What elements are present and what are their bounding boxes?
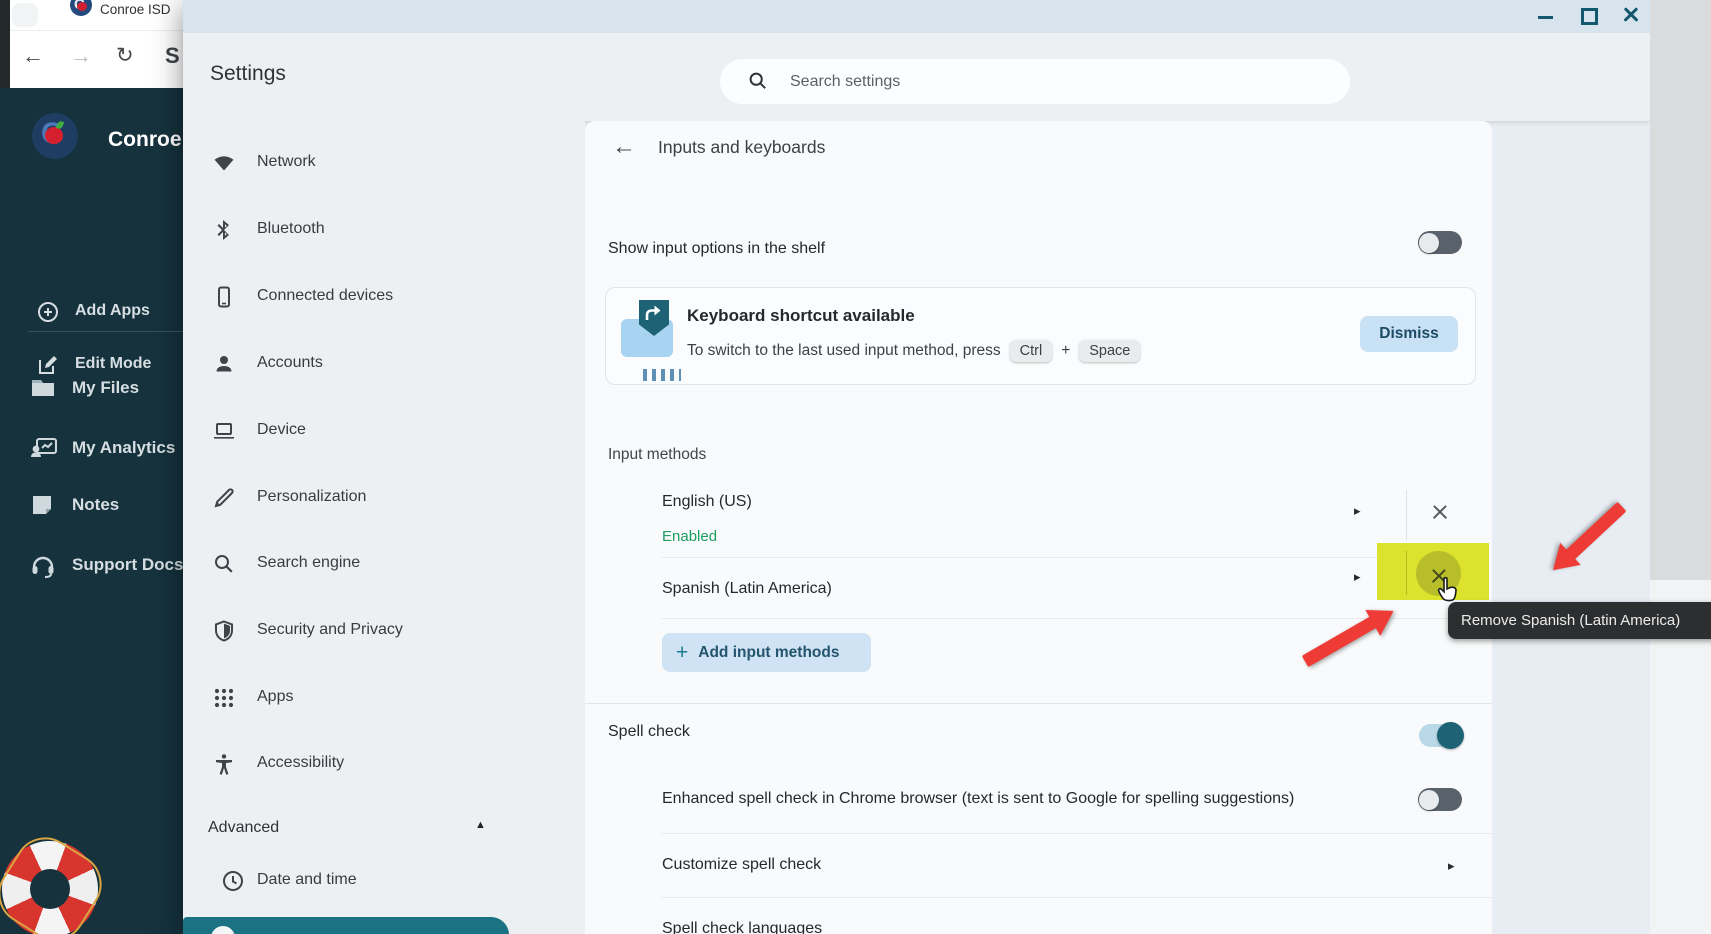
bluetooth-icon — [212, 218, 236, 242]
hand-cursor-icon — [1432, 576, 1462, 610]
reload-icon[interactable]: ↻ — [116, 43, 134, 68]
nav-item-apps[interactable]: Apps — [183, 677, 583, 719]
settings-title: Settings — [210, 62, 286, 86]
remove-english-button[interactable] — [1431, 503, 1449, 521]
enhanced-spell-check-label: Enhanced spell check in Chrome browser (… — [662, 790, 1294, 808]
browser-toolbar: ← → ↻ S — [10, 30, 183, 89]
apple-icon — [45, 127, 63, 144]
sidebar-divider — [28, 331, 183, 332]
laptop-icon — [212, 419, 236, 443]
nav-item-bluetooth[interactable]: Bluetooth — [183, 209, 583, 251]
nav-item-device[interactable]: Device — [183, 410, 583, 452]
classlink-sidebar: C Conroe Add Apps Edit Mode My Files My … — [0, 88, 183, 934]
life-preserver-graphic — [2, 841, 98, 934]
plus-icon: + — [676, 642, 688, 663]
collapse-caret-icon: ▲ — [475, 819, 486, 831]
row-divider — [662, 897, 1492, 898]
apple-icon — [77, 2, 87, 11]
nav-advanced-toggle[interactable]: Advanced ▲ — [183, 811, 583, 847]
banner-text: To switch to the last used input method,… — [687, 342, 1001, 360]
spell-check-heading: Spell check — [608, 723, 690, 741]
show-input-options-toggle[interactable] — [1418, 231, 1462, 254]
tab-title[interactable]: Conroe ISD — [100, 2, 171, 17]
input-method-name[interactable]: English (US) — [662, 493, 752, 511]
bottom-teal-bar — [183, 917, 509, 934]
add-input-methods-button[interactable]: + Add input methods — [662, 633, 871, 672]
screen: C Conroe ISD ← → ↻ S C Conroe Add Apps E… — [0, 0, 1711, 934]
row-divider — [662, 833, 1492, 834]
wifi-icon — [212, 151, 236, 175]
section-divider — [585, 703, 1492, 704]
apps-grid-icon — [212, 686, 236, 710]
nav-item-network[interactable]: Network — [183, 142, 583, 184]
row-divider — [662, 618, 1482, 619]
sidebar-item-add-apps[interactable]: Add Apps — [0, 292, 183, 332]
sidebar-item-support-docs[interactable]: Support Docs — [0, 545, 183, 585]
plus-sign: + — [1061, 342, 1070, 360]
nav-item-accounts[interactable]: Accounts — [183, 343, 583, 385]
input-methods-heading: Input methods — [608, 446, 706, 464]
analytics-icon — [30, 436, 58, 460]
accessibility-icon — [212, 752, 236, 776]
nav-item-search-engine[interactable]: Search engine — [183, 543, 583, 585]
chevron-right-icon[interactable]: ▸ — [1354, 569, 1361, 585]
brand-name: Conroe — [108, 128, 182, 152]
nav-item-connected-devices[interactable]: Connected devices — [183, 276, 583, 318]
sidebar-item-my-analytics[interactable]: My Analytics — [0, 428, 183, 468]
enhanced-spell-check-toggle[interactable] — [1418, 788, 1462, 811]
search-icon — [212, 552, 236, 576]
desktop-background — [1650, 0, 1711, 580]
spell-check-toggle[interactable] — [1419, 724, 1463, 747]
input-method-status: Enabled — [662, 528, 717, 545]
folder-icon — [30, 376, 58, 400]
chevron-right-icon[interactable]: ▸ — [1448, 858, 1455, 874]
search-input[interactable] — [788, 65, 1312, 99]
conroe-logo: C — [32, 113, 78, 159]
nav-item-accessibility[interactable]: Accessibility — [183, 743, 583, 785]
support-icon — [30, 553, 56, 579]
maximize-button[interactable] — [1573, 0, 1603, 30]
partial-toolbar-icon[interactable]: S — [165, 43, 180, 69]
chevron-right-icon[interactable]: ▸ — [1354, 503, 1361, 519]
minimize-button[interactable] — [1531, 0, 1561, 30]
forward-icon: → — [70, 43, 92, 69]
keyboard-shortcut-banner: Keyboard shortcut available To switch to… — [605, 287, 1476, 385]
banner-description: To switch to the last used input method,… — [687, 340, 1140, 362]
search-icon — [748, 71, 768, 91]
shield-icon — [212, 619, 236, 643]
row-separator — [1406, 490, 1407, 540]
back-arrow-icon[interactable]: ← — [612, 133, 636, 161]
row-divider — [662, 557, 1482, 558]
smartphone-icon — [212, 285, 236, 309]
customize-spell-check-label[interactable]: Customize spell check — [662, 856, 821, 874]
nav-item-date-time[interactable]: Date and time — [183, 860, 583, 902]
nav-item-security-privacy[interactable]: Security and Privacy — [183, 610, 583, 652]
spell-check-languages-label: Spell check languages — [662, 920, 822, 934]
person-icon — [212, 352, 236, 376]
pen-icon — [212, 486, 236, 510]
clock-icon — [221, 869, 245, 893]
close-button[interactable] — [1616, 0, 1646, 30]
banner-title: Keyboard shortcut available — [687, 306, 915, 326]
remove-tooltip: Remove Spanish (Latin America) — [1448, 602, 1711, 639]
input-method-name[interactable]: Spanish (Latin America) — [662, 580, 832, 598]
note-icon — [30, 493, 54, 517]
ctrl-key-chip: Ctrl — [1010, 340, 1053, 362]
browser-tab-corner — [12, 3, 38, 27]
show-input-options-label: Show input options in the shelf — [608, 240, 825, 258]
leaf-icon — [56, 120, 64, 130]
window-edge — [0, 0, 10, 88]
row-separator — [1406, 551, 1407, 595]
space-key-chip: Space — [1079, 340, 1140, 362]
page-title: Inputs and keyboards — [658, 137, 825, 158]
window-titlebar — [183, 0, 1650, 33]
nav-item-personalization[interactable]: Personalization — [183, 477, 583, 519]
add-circle-icon — [36, 300, 60, 324]
sidebar-item-notes[interactable]: Notes — [0, 485, 183, 525]
settings-search-bar[interactable] — [720, 59, 1350, 104]
dismiss-button[interactable]: Dismiss — [1360, 316, 1458, 352]
back-icon[interactable]: ← — [22, 43, 44, 69]
sidebar-item-my-files[interactable]: My Files — [0, 368, 183, 408]
